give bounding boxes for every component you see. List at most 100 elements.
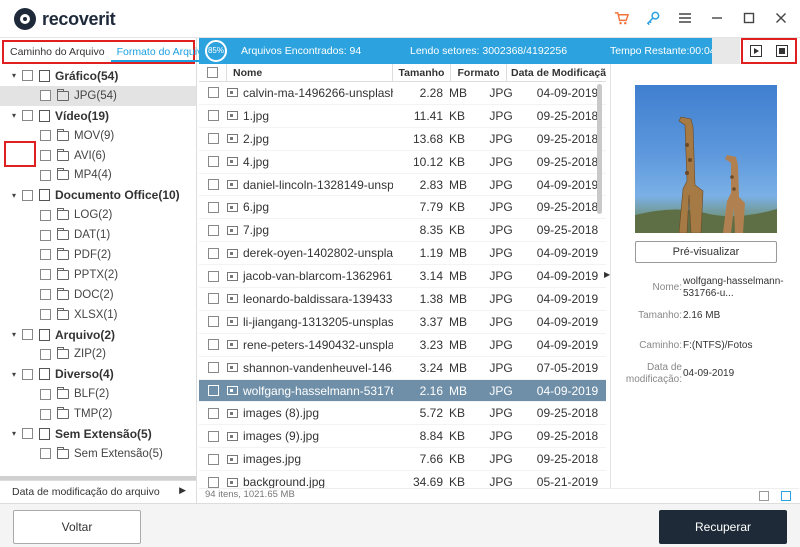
tab-file-path[interactable]: Caminho do Arquivo <box>4 46 111 58</box>
table-row[interactable]: images.jpg 7.66 KB JPG 09-25-2018 <box>199 448 606 472</box>
row-checkbox[interactable] <box>207 270 219 282</box>
row-checkbox[interactable] <box>207 316 219 328</box>
tree-checkbox[interactable] <box>40 209 51 221</box>
chevron-down-icon[interactable]: ▾ <box>12 429 22 438</box>
tree-checkbox[interactable] <box>40 269 51 281</box>
modified-date-filter[interactable]: Data de modificação do arquivo ▶ <box>0 480 196 502</box>
table-row[interactable]: 4.jpg 10.12 KB JPG 09-25-2018 <box>199 151 606 174</box>
tree-checkbox[interactable] <box>22 368 33 380</box>
table-row[interactable]: calvin-ma-1496266-unsplash... 2.28 MB JPG 04… <box>199 82 606 105</box>
tree-checkbox[interactable] <box>40 229 51 241</box>
header-format[interactable]: Formato <box>451 64 507 82</box>
tree-subtype[interactable]: BLF(2) <box>0 384 196 404</box>
row-checkbox[interactable] <box>207 133 219 145</box>
row-checkbox[interactable] <box>207 430 219 442</box>
tree-subtype[interactable]: LOG(2) <box>0 205 196 225</box>
table-row[interactable]: 6.jpg 7.79 KB JPG 09-25-2018 <box>199 196 606 220</box>
chevron-down-icon[interactable]: ▾ <box>12 370 22 379</box>
chevron-down-icon[interactable]: ▾ <box>12 111 22 120</box>
select-all-checkbox[interactable] <box>207 66 218 78</box>
tree-checkbox[interactable] <box>40 130 51 142</box>
row-checkbox[interactable] <box>207 385 219 397</box>
row-checkbox[interactable] <box>207 247 219 259</box>
table-row[interactable]: wolfgang-hasselmann-53176... 2.16 MB JPG 04-… <box>199 379 606 403</box>
tree-subtype[interactable]: XLSX(1) <box>0 305 196 325</box>
table-row[interactable]: images (8).jpg 5.72 KB JPG 09-25-2018 <box>199 402 606 426</box>
tree-checkbox[interactable] <box>22 110 33 122</box>
table-row[interactable]: daniel-lincoln-1328149-unsp... 2.83 MB JPG 0… <box>199 174 606 197</box>
row-checkbox[interactable] <box>207 453 219 465</box>
stop-icon[interactable] <box>776 45 788 57</box>
table-row[interactable]: 7.jpg 8.35 KB JPG 09-25-2018 <box>199 219 606 243</box>
row-checkbox[interactable] <box>207 407 219 419</box>
back-button[interactable]: Voltar <box>13 510 141 544</box>
tree-subtype[interactable]: Sem Extensão(5) <box>0 444 196 464</box>
tree-checkbox[interactable] <box>22 189 33 201</box>
tree-subtype[interactable]: JPG(54) <box>0 85 196 106</box>
chevron-down-icon[interactable]: ▾ <box>12 330 22 339</box>
row-checkbox[interactable] <box>207 201 219 213</box>
table-row[interactable]: rene-peters-1490432-unspla... 3.23 MB JPG 04… <box>199 334 606 357</box>
tree-checkbox[interactable] <box>40 150 51 161</box>
minimize-icon[interactable] <box>708 9 726 27</box>
row-checkbox[interactable] <box>207 293 219 305</box>
tree-checkbox[interactable] <box>40 90 51 102</box>
table-row[interactable]: jacob-van-blarcom-1362961-... 3.14 MB JPG 04… <box>199 265 606 289</box>
grid-view-icon[interactable] <box>759 491 769 501</box>
tree-checkbox[interactable] <box>22 70 33 82</box>
table-row[interactable]: images (9).jpg 8.84 KB JPG 09-25-2018 <box>199 425 606 449</box>
tree-checkbox[interactable] <box>40 388 51 400</box>
table-row[interactable]: background.jpg 34.69 KB JPG 05-21-2019 <box>199 471 606 488</box>
chevron-down-icon[interactable]: ▾ <box>12 71 22 80</box>
tree-checkbox[interactable] <box>22 329 33 341</box>
row-checkbox[interactable] <box>207 156 219 168</box>
chevron-down-icon[interactable]: ▾ <box>12 191 22 200</box>
row-checkbox[interactable] <box>207 476 219 488</box>
tree-category[interactable]: ▾ Gráfico(54) <box>0 66 196 86</box>
tree-subtype[interactable]: DOC(2) <box>0 285 196 305</box>
row-checkbox[interactable] <box>207 339 219 351</box>
tree-subtype[interactable]: ZIP(2) <box>0 344 196 364</box>
tree-checkbox[interactable] <box>40 309 51 321</box>
key-icon[interactable] <box>644 9 662 27</box>
close-icon[interactable] <box>772 9 790 27</box>
tree-subtype[interactable]: MP4(4) <box>0 165 196 185</box>
table-row[interactable]: li-jiangang-1313205-unsplas... 3.37 MB JPG 0… <box>199 311 606 334</box>
table-row[interactable]: leonardo-baldissara-139433... 1.38 MB JPG 04… <box>199 288 606 311</box>
row-checkbox[interactable] <box>207 110 219 122</box>
row-checkbox[interactable] <box>207 87 219 99</box>
menu-icon[interactable] <box>676 9 694 27</box>
row-checkbox[interactable] <box>207 224 219 236</box>
row-checkbox[interactable] <box>207 179 219 190</box>
header-name[interactable]: Nome <box>227 64 393 82</box>
tree-checkbox[interactable] <box>40 348 51 360</box>
tree-category[interactable]: ▾ Sem Extensão(5) <box>0 424 196 444</box>
tree-checkbox[interactable] <box>40 249 51 261</box>
tree-checkbox[interactable] <box>40 408 51 420</box>
tree-checkbox[interactable] <box>40 289 51 301</box>
tree-checkbox[interactable] <box>22 428 33 440</box>
table-row[interactable]: shannon-vandenheuvel-146... 3.24 MB JPG 07-0… <box>199 357 606 380</box>
tree-subtype[interactable]: DAT(1) <box>0 225 196 245</box>
cart-icon[interactable] <box>612 9 630 27</box>
recover-button[interactable]: Recuperar <box>659 510 787 544</box>
tree-checkbox[interactable] <box>40 448 51 460</box>
tree-category[interactable]: ▾ Arquivo(2) <box>0 325 196 345</box>
maximize-icon[interactable] <box>740 9 758 27</box>
header-modified-date[interactable]: Data de Modificação <box>507 64 606 82</box>
table-row[interactable]: derek-oyen-1402802-unspla... 1.19 MB JPG 04-… <box>199 242 606 266</box>
table-row[interactable]: 1.jpg 11.41 KB JPG 09-25-2018 <box>199 105 606 128</box>
header-size[interactable]: Tamanho <box>393 64 451 82</box>
pause-resume-icon[interactable] <box>750 45 762 57</box>
tree-category[interactable]: ▾ Vídeo(19) <box>0 106 196 126</box>
tree-subtype[interactable]: PPTX(2) <box>0 265 196 285</box>
tree-checkbox[interactable] <box>40 169 51 181</box>
table-row[interactable]: 2.jpg 13.68 KB JPG 09-25-2018 <box>199 128 606 151</box>
row-checkbox[interactable] <box>207 362 219 374</box>
tree-category[interactable]: ▾ Diverso(4) <box>0 364 196 384</box>
list-view-icon[interactable] <box>781 491 791 501</box>
tree-subtype[interactable]: PDF(2) <box>0 245 196 265</box>
preview-button[interactable]: Pré-visualizar <box>635 241 777 263</box>
tree-subtype[interactable]: TMP(2) <box>0 404 196 424</box>
tree-category[interactable]: ▾ Documento Office(10) <box>0 185 196 205</box>
